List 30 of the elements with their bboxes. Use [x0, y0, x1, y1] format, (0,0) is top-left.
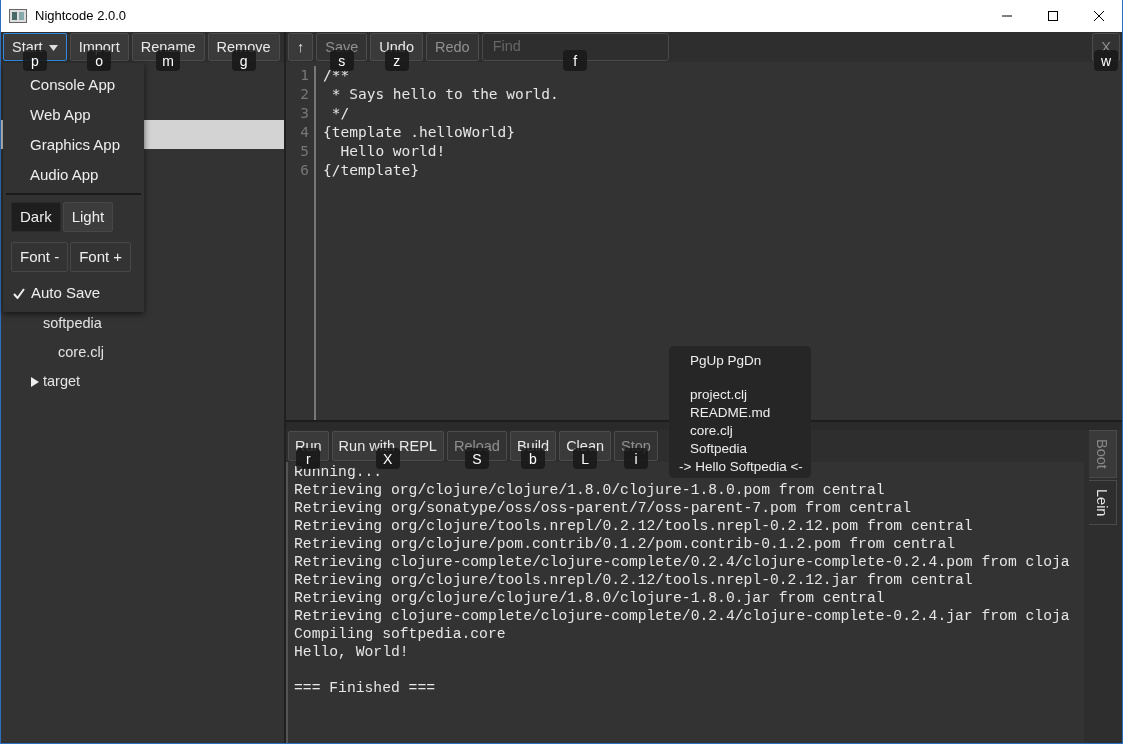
popup-hint: PgUp PgDn — [689, 352, 763, 370]
line-number: 6 — [299, 161, 309, 180]
output-line: Retrieving org/sonatype/oss/oss-parent/7/oss-parent-7.pom from central — [294, 499, 911, 517]
line-number: 5 — [299, 142, 309, 161]
output-line: Retrieving org/clojure/pom.contrib/0.1.2/pom.contrib-0.1.2.pom from central — [294, 535, 956, 553]
code-line: {/template} — [323, 161, 421, 180]
line-number: 2 — [299, 85, 309, 104]
shortcut-tooltip: f — [563, 50, 588, 71]
shortcut-tooltip: m — [156, 50, 181, 71]
code-line: */ — [330, 104, 351, 123]
output-line: Retrieving org/clojure/clojure/1.8.0/clojure-1.8.0.pom from central — [294, 481, 885, 499]
line-number: 3 — [299, 104, 309, 123]
output-line: Retrieving clojure-complete/clojure-complete/0.2.4/clojure-complete-0.2.4.pom from cloja — [294, 553, 1070, 571]
output-line: Retrieving org/clojure/tools.nrepl/0.2.12/tools.nrepl-0.2.12.pom from central — [294, 517, 973, 535]
output-line: Compiling softpedia.core — [294, 625, 506, 643]
line-number: 4 — [299, 123, 309, 142]
output-line: Retrieving clojure-complete/clojure-complete/0.2.4/clojure-complete-0.2.4.jar from cloja — [294, 607, 1070, 625]
code-line: {template .helloWorld} — [323, 123, 517, 142]
shortcut-tooltip: p — [22, 50, 47, 71]
code-line: * Says hello to the world. — [330, 85, 559, 104]
output-line: Hello, World! — [294, 643, 409, 661]
shortcut-tooltip: S — [464, 448, 489, 469]
output-line: Retrieving org/clojure/clojure/1.8.0/clojure-1.8.0.jar from central — [294, 589, 885, 607]
line-number: 1 — [299, 66, 309, 85]
window-title: Nightcode 2.0.0 — [35, 7, 127, 26]
shortcut-tooltip: w — [1094, 50, 1119, 71]
shortcut-tooltip: i — [623, 448, 648, 469]
output-line: === Finished === — [294, 679, 436, 697]
code-line: Hello world! — [339, 142, 447, 161]
output-line: Retrieving org/clojure/tools.nrepl/0.2.12/tools.nrepl-0.2.12.jar from central — [294, 571, 973, 589]
